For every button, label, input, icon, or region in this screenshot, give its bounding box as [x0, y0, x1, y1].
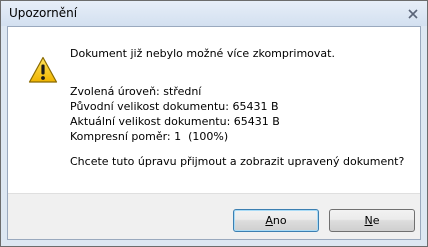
- no-button-label: e: [372, 214, 380, 227]
- message-question: Chcete tuto úpravu přijmout a zobrazit u…: [70, 155, 405, 168]
- warning-icon: [28, 56, 58, 83]
- no-button-mnemonic: N: [364, 214, 373, 227]
- yes-button[interactable]: Ano: [233, 209, 319, 232]
- close-icon: [408, 9, 418, 19]
- title-bar[interactable]: Upozornění: [1, 1, 427, 26]
- no-button[interactable]: Ne: [329, 209, 415, 232]
- message-headline: Dokument již nebylo možné více zkomprimo…: [70, 47, 335, 60]
- yes-button-label: no: [272, 214, 287, 227]
- button-bar: Ano Ne: [8, 193, 420, 239]
- detail-compression-ratio: Kompresní poměr: 1 (100%): [70, 130, 229, 143]
- detail-current-size: Aktuální velikost dokumentu: 65431 B: [70, 115, 280, 128]
- compression-details: Zvolená úroveň: střední Původní velikost…: [70, 84, 280, 144]
- yes-button-mnemonic: A: [265, 214, 273, 227]
- window-title: Upozornění: [9, 6, 78, 20]
- detail-original-size: Původní velikost dokumentu: 65431 B: [70, 100, 279, 113]
- close-button[interactable]: [405, 7, 421, 21]
- dialog-content: Dokument již nebylo možné více zkomprimo…: [7, 26, 421, 240]
- dialog-window: Upozornění Dokument již nebylo možné víc…: [0, 0, 428, 247]
- detail-level: Zvolená úroveň: střední: [70, 85, 202, 98]
